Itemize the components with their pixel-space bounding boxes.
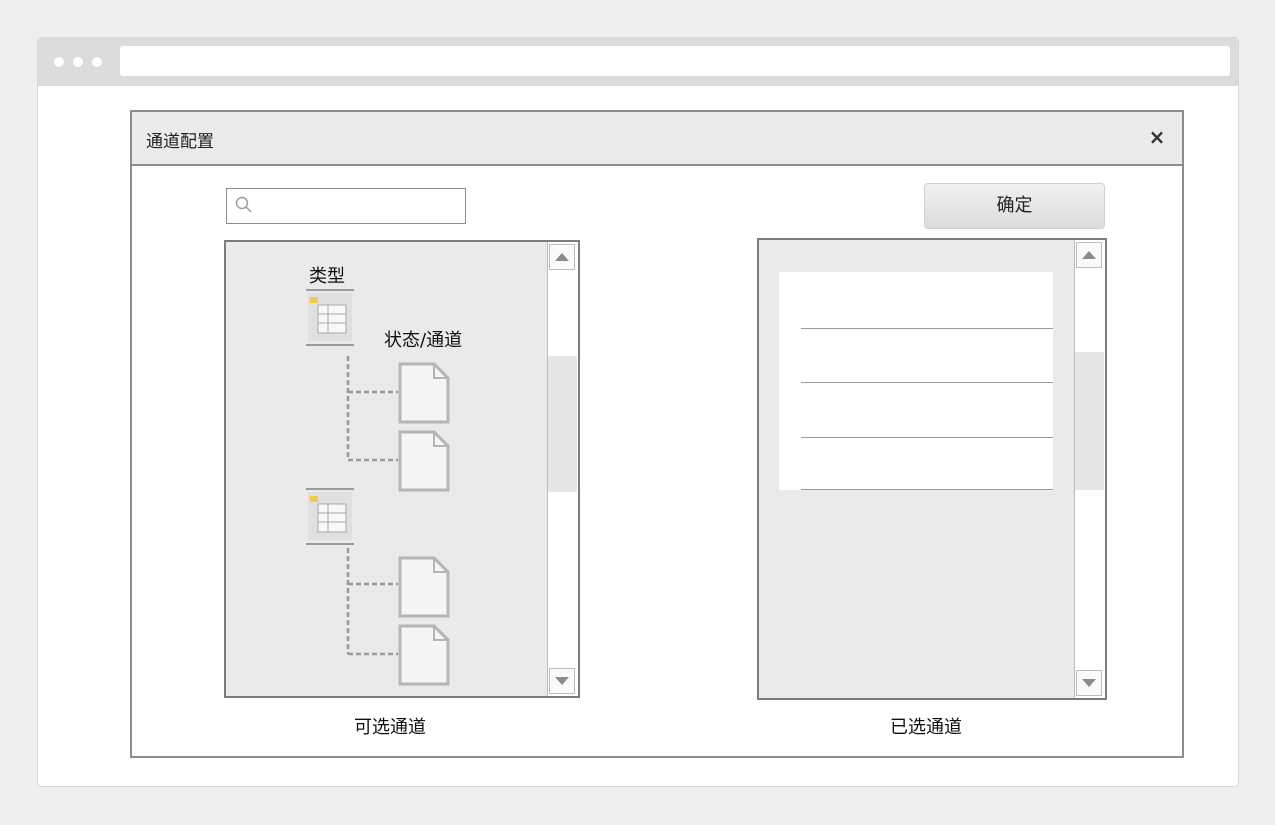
vertical-scrollbar[interactable] xyxy=(1074,240,1105,698)
vertical-scrollbar[interactable] xyxy=(547,242,578,696)
list-item[interactable] xyxy=(801,489,1053,490)
search-input[interactable] xyxy=(261,193,461,221)
scroll-down-button[interactable] xyxy=(549,668,575,694)
triangle-up-icon xyxy=(555,253,569,261)
scroll-up-button[interactable] xyxy=(1076,242,1102,268)
channel-config-dialog: 通道配置 × 确定 类型 状态/通道 可选通道 已选通道 xyxy=(130,110,1184,758)
window-dot-icon xyxy=(92,57,102,67)
tree-type-label: 类型 xyxy=(309,266,345,287)
scroll-thumb[interactable] xyxy=(1075,352,1104,490)
list-item[interactable] xyxy=(801,382,1053,383)
list-item[interactable] xyxy=(801,437,1053,438)
available-channels-panel: 类型 状态/通道 xyxy=(224,240,580,698)
search-box[interactable] xyxy=(226,188,466,224)
tree-status-label: 状态/通道 xyxy=(384,330,463,351)
address-bar[interactable] xyxy=(120,46,1230,76)
selected-channels-panel xyxy=(757,238,1107,700)
triangle-up-icon xyxy=(1082,251,1096,259)
close-icon[interactable]: × xyxy=(1144,124,1170,150)
browser-toolbar xyxy=(38,38,1238,86)
folder-list-icon[interactable] xyxy=(306,488,354,546)
document-icon[interactable] xyxy=(396,622,452,690)
selected-channels-list xyxy=(779,272,1053,490)
dialog-title: 通道配置 xyxy=(146,132,214,152)
scroll-up-button[interactable] xyxy=(549,244,575,270)
window-dot-icon xyxy=(54,57,64,67)
selected-channels-caption: 已选通道 xyxy=(890,717,962,738)
document-icon[interactable] xyxy=(396,554,452,622)
scroll-down-button[interactable] xyxy=(1076,670,1102,696)
list-item[interactable] xyxy=(801,328,1053,329)
tree-connector xyxy=(346,548,398,656)
search-icon xyxy=(235,196,252,213)
document-icon[interactable] xyxy=(396,428,452,496)
triangle-down-icon xyxy=(555,677,569,685)
available-channels-caption: 可选通道 xyxy=(354,717,426,738)
document-icon[interactable] xyxy=(396,360,452,428)
scroll-thumb[interactable] xyxy=(548,356,577,492)
tree-connector xyxy=(346,356,398,462)
confirm-button[interactable]: 确定 xyxy=(924,183,1105,229)
window-dot-icon xyxy=(73,57,83,67)
dialog-header: 通道配置 × xyxy=(132,112,1182,166)
folder-list-icon[interactable] xyxy=(306,289,354,347)
triangle-down-icon xyxy=(1082,679,1096,687)
